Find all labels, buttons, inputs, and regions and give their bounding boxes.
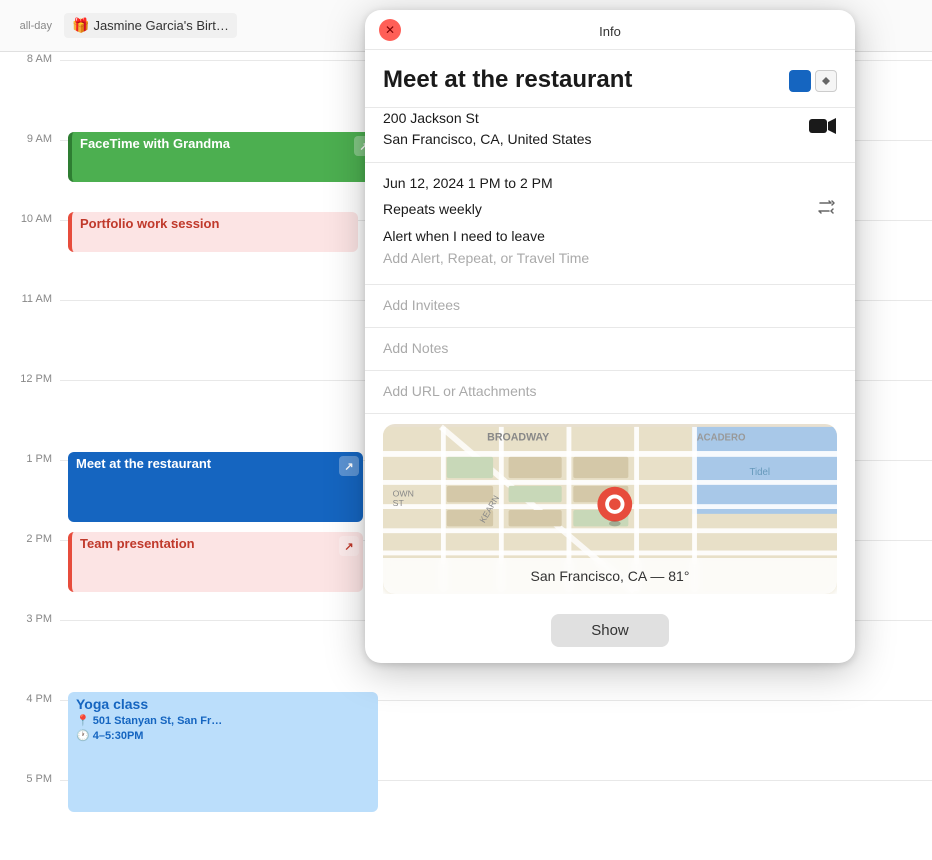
all-day-label: all-day [0, 20, 60, 32]
event-facetime-title: FaceTime with Grandma [80, 136, 230, 151]
clock-icon: 🕐 [76, 729, 90, 742]
video-camera-icon[interactable] [809, 116, 837, 141]
time-label-8am: 8 AM [0, 52, 60, 65]
popup-address-line2: San Francisco, CA, United States [383, 129, 592, 150]
time-label-2pm: 2 PM [0, 532, 60, 545]
event-restaurant-title: Meet at the restaurant [76, 456, 211, 471]
popup-header: ✕ Info [365, 10, 855, 50]
repeats-row: Repeats weekly [383, 197, 837, 222]
popup-event-name: Meet at the restaurant [383, 66, 789, 95]
time-label-9am: 9 AM [0, 132, 60, 145]
popup-address-line1: 200 Jackson St [383, 108, 592, 129]
event-yoga-time: 🕐 4–5:30PM [76, 729, 370, 742]
event-yoga-title: Yoga class [76, 696, 370, 712]
svg-text:BROADWAY: BROADWAY [487, 431, 549, 443]
add-notes-text: Add Notes [383, 340, 448, 356]
date-time-text: Jun 12, 2024 1 PM to 2 PM [383, 175, 553, 191]
event-restaurant[interactable]: Meet at the restaurant ↗ [68, 452, 363, 522]
popup-location-section: 200 Jackson St San Francisco, CA, United… [365, 108, 855, 163]
svg-text:Tidel: Tidel [749, 467, 770, 478]
popup-footer: Show [365, 604, 855, 663]
show-button[interactable]: Show [551, 614, 669, 647]
time-label-1pm: 1 PM [0, 452, 60, 465]
add-notes-section[interactable]: Add Notes [365, 328, 855, 371]
share-icon-restaurant[interactable]: ↗ [339, 456, 359, 476]
all-day-event-title: Jasmine Garcia's Birt… [93, 18, 228, 33]
time-label-4pm: 4 PM [0, 692, 60, 705]
popup-details-section: Jun 12, 2024 1 PM to 2 PM Repeats weekly… [365, 163, 855, 285]
popup-event-title-section: Meet at the restaurant [365, 50, 855, 108]
event-portfolio-title: Portfolio work session [80, 216, 219, 231]
map-weather-bar: San Francisco, CA — 81° [383, 558, 837, 594]
share-icon-team[interactable]: ↗ [339, 536, 359, 556]
time-label-3pm: 3 PM [0, 612, 60, 625]
time-label-12pm: 12 PM [0, 372, 60, 385]
event-yoga-address: 📍 501 Stanyan St, San Fr… [76, 714, 370, 727]
add-url-text: Add URL or Attachments [383, 383, 537, 399]
event-portfolio[interactable]: Portfolio work session [68, 212, 358, 252]
popup-location-text: 200 Jackson St San Francisco, CA, United… [383, 108, 592, 150]
gift-icon: 🎁 [72, 17, 89, 34]
event-facetime[interactable]: FaceTime with Grandma ↗ [68, 132, 378, 182]
add-alert-text: Add Alert, Repeat, or Travel Time [383, 250, 589, 266]
popup-controls [789, 70, 837, 92]
repeats-text: Repeats weekly [383, 201, 482, 217]
event-yoga[interactable]: Yoga class 📍 501 Stanyan St, San Fr… 🕐 4… [68, 692, 378, 812]
close-icon: ✕ [385, 23, 395, 37]
popup-title: Info [599, 24, 621, 39]
date-time-row: Jun 12, 2024 1 PM to 2 PM [383, 175, 837, 191]
time-label-10am: 10 AM [0, 212, 60, 225]
add-invitees-text: Add Invitees [383, 297, 460, 313]
popup-close-button[interactable]: ✕ [379, 19, 401, 41]
svg-text:ST: ST [393, 498, 405, 508]
chevron-updown-icon [821, 75, 831, 87]
location-icon: 📍 [76, 714, 90, 727]
add-alert-row[interactable]: Add Alert, Repeat, or Travel Time [383, 250, 837, 266]
alert-text: Alert when I need to leave [383, 228, 545, 244]
color-swatch[interactable] [789, 70, 811, 92]
map-location-text: San Francisco, CA — 81° [531, 568, 690, 584]
add-url-section[interactable]: Add URL or Attachments [365, 371, 855, 414]
repeat-icon [817, 197, 837, 222]
map-section[interactable]: BROADWAY ACADERO OWN ST KEARN Tidel San … [383, 424, 837, 594]
time-label-11am: 11 AM [0, 292, 60, 305]
info-popup: ✕ Info Meet at the restaurant 200 Jackso… [365, 10, 855, 663]
alert-row: Alert when I need to leave [383, 228, 837, 244]
event-team[interactable]: Team presentation ↗ [68, 532, 363, 592]
chevron-updown-button[interactable] [815, 70, 837, 92]
svg-text:ACADERO: ACADERO [697, 432, 746, 443]
all-day-event[interactable]: 🎁 Jasmine Garcia's Birt… [64, 13, 237, 38]
event-team-title: Team presentation [80, 536, 195, 551]
svg-text:OWN: OWN [393, 488, 414, 498]
add-invitees-section[interactable]: Add Invitees [365, 285, 855, 328]
time-label-5pm: 5 PM [0, 772, 60, 785]
